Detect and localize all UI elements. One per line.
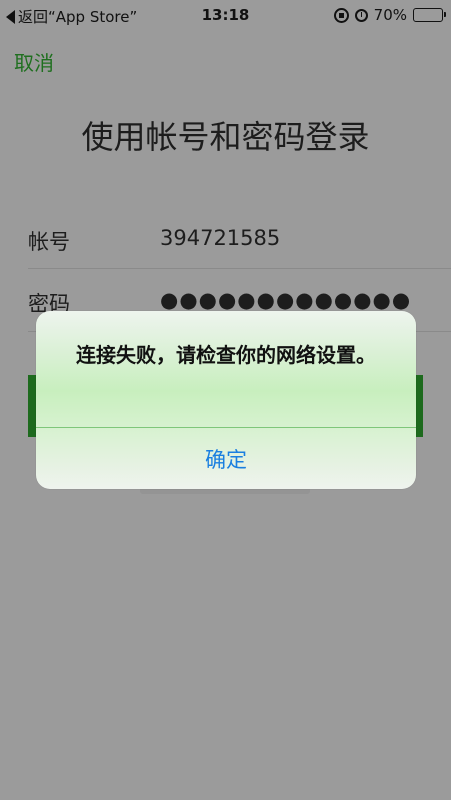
network-error-alert: 连接失败，请检查你的网络设置。 确定 [36,311,416,489]
battery-percent: 70% [373,6,407,24]
status-bar: 返回“App Store” 13:18 70% [0,0,451,30]
alert-message: 连接失败，请检查你的网络设置。 [76,343,376,367]
password-field[interactable]: ●●●●●●●●●●●●● [160,288,411,312]
cancel-button[interactable]: 取消 [14,47,54,76]
account-field[interactable]: 394721585 [160,226,280,250]
login-button-edge[interactable] [415,375,423,437]
status-indicators: 70% [333,6,446,24]
form-divider [28,268,451,269]
alarm-icon [354,8,368,22]
confirm-button[interactable]: 确定 [36,428,416,489]
page-title: 使用帐号和密码登录 [81,118,370,156]
orientation-lock-icon [333,7,349,23]
battery-icon [413,8,446,22]
login-button-edge[interactable] [28,375,36,437]
account-label: 帐号 [28,230,70,254]
